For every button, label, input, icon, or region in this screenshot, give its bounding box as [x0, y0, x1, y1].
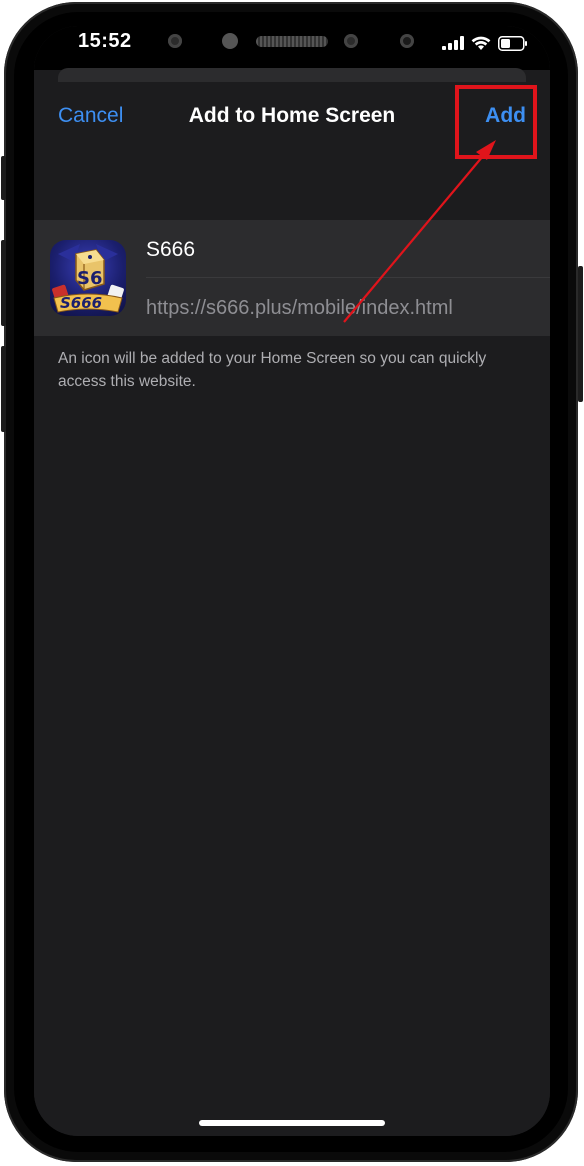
app-icon: S6 S666	[50, 240, 126, 316]
s666-logo-icon: S6 S666	[52, 244, 124, 313]
sensor-icon	[168, 34, 182, 48]
volume-down-button	[1, 346, 6, 432]
hint-text: An icon will be added to your Home Scree…	[58, 350, 487, 390]
wifi-icon	[471, 36, 491, 50]
screen: 15:52 Cancel Add to Home Screen Add S6 S…	[34, 26, 550, 1136]
add-highlight-box	[455, 85, 537, 159]
volume-up-button	[1, 240, 6, 326]
proximity-sensor-icon	[222, 33, 238, 49]
battery-icon	[498, 35, 527, 51]
power-button	[578, 266, 583, 402]
status-bar: 15:52	[34, 26, 550, 70]
dice-text: S6	[77, 268, 103, 289]
speaker-grille	[256, 36, 328, 47]
status-time: 15:52	[78, 30, 132, 52]
add-to-home-screen-sheet: Cancel Add to Home Screen Add S6 S666 S6…	[34, 82, 550, 1136]
home-indicator[interactable]	[199, 1120, 385, 1126]
card-divider	[146, 277, 550, 278]
mute-switch	[1, 156, 6, 200]
bookmark-url-text: https://s666.plus/mobile/index.html	[146, 297, 453, 319]
notch	[154, 26, 430, 68]
logo-text: S666	[60, 294, 102, 312]
status-icons	[442, 34, 528, 52]
bookmark-card: S6 S666 S666 https://s666.plus/mobile/in…	[34, 220, 550, 336]
front-camera-icon	[400, 34, 414, 48]
cellular-signal-icon	[442, 36, 464, 50]
bookmark-name-field[interactable]: S666	[146, 238, 195, 262]
camera-icon	[344, 34, 358, 48]
